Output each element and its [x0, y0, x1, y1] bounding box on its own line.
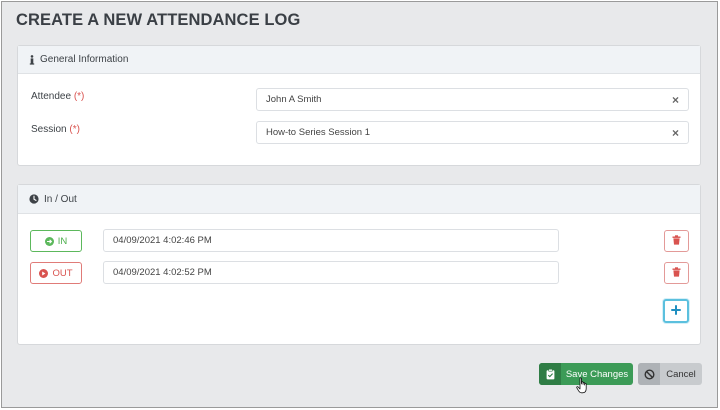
attendee-value: John A Smith — [266, 94, 322, 105]
window-frame: CREATE A NEW ATTENDANCE LOG General Info… — [1, 1, 718, 408]
in-out-header: In / Out — [18, 185, 700, 214]
arrow-right-circle-icon — [39, 268, 49, 278]
clock-icon — [29, 194, 39, 204]
trash-icon — [672, 232, 681, 250]
clipboard-check-icon — [539, 363, 561, 385]
session-label-text: Session — [31, 124, 67, 135]
trash-icon — [672, 264, 681, 282]
attendee-clear-icon[interactable]: × — [672, 94, 679, 106]
in-time-field[interactable]: 04/09/2021 4:02:46 PM — [103, 229, 559, 252]
info-icon — [29, 54, 35, 65]
out-button[interactable]: OUT — [30, 262, 82, 284]
page-title: CREATE A NEW ATTENDANCE LOG — [16, 11, 301, 29]
session-label: Session (*) — [31, 124, 80, 135]
save-changes-label: Save Changes — [565, 368, 629, 380]
plus-icon — [671, 302, 681, 320]
in-out-card: In / Out IN 04/09/2021 4:02:46 PM OUT 04… — [17, 184, 701, 345]
required-marker: (*) — [69, 124, 80, 135]
out-time-field[interactable]: 04/09/2021 4:02:52 PM — [103, 261, 559, 284]
session-clear-icon[interactable]: × — [672, 127, 679, 139]
session-field[interactable]: How-to Series Session 1 × — [256, 121, 689, 144]
cancel-label: Cancel — [666, 368, 696, 380]
in-out-title: In / Out — [44, 193, 77, 205]
in-button[interactable]: IN — [30, 230, 82, 252]
hand-cursor-icon — [576, 377, 589, 399]
general-information-header: General Information — [18, 46, 700, 74]
arrow-right-circle-icon — [44, 236, 54, 246]
in-time-value: 04/09/2021 4:02:46 PM — [113, 235, 212, 246]
attendee-field[interactable]: John A Smith × — [256, 88, 689, 111]
attendee-label-text: Attendee — [31, 91, 72, 102]
delete-out-button[interactable] — [664, 262, 689, 284]
cancel-button[interactable]: Cancel — [638, 363, 702, 385]
general-information-title: General Information — [40, 54, 129, 65]
in-button-label: IN — [57, 235, 68, 247]
ban-icon — [638, 363, 660, 385]
general-information-card: General Information Attendee (*) John A … — [17, 45, 701, 166]
session-value: How-to Series Session 1 — [266, 127, 371, 138]
attendee-label: Attendee (*) — [31, 91, 84, 102]
delete-in-button[interactable] — [664, 230, 689, 252]
required-marker: (*) — [73, 91, 85, 102]
add-entry-button[interactable] — [663, 299, 689, 323]
out-time-value: 04/09/2021 4:02:52 PM — [113, 267, 212, 278]
out-button-label: OUT — [52, 267, 73, 279]
